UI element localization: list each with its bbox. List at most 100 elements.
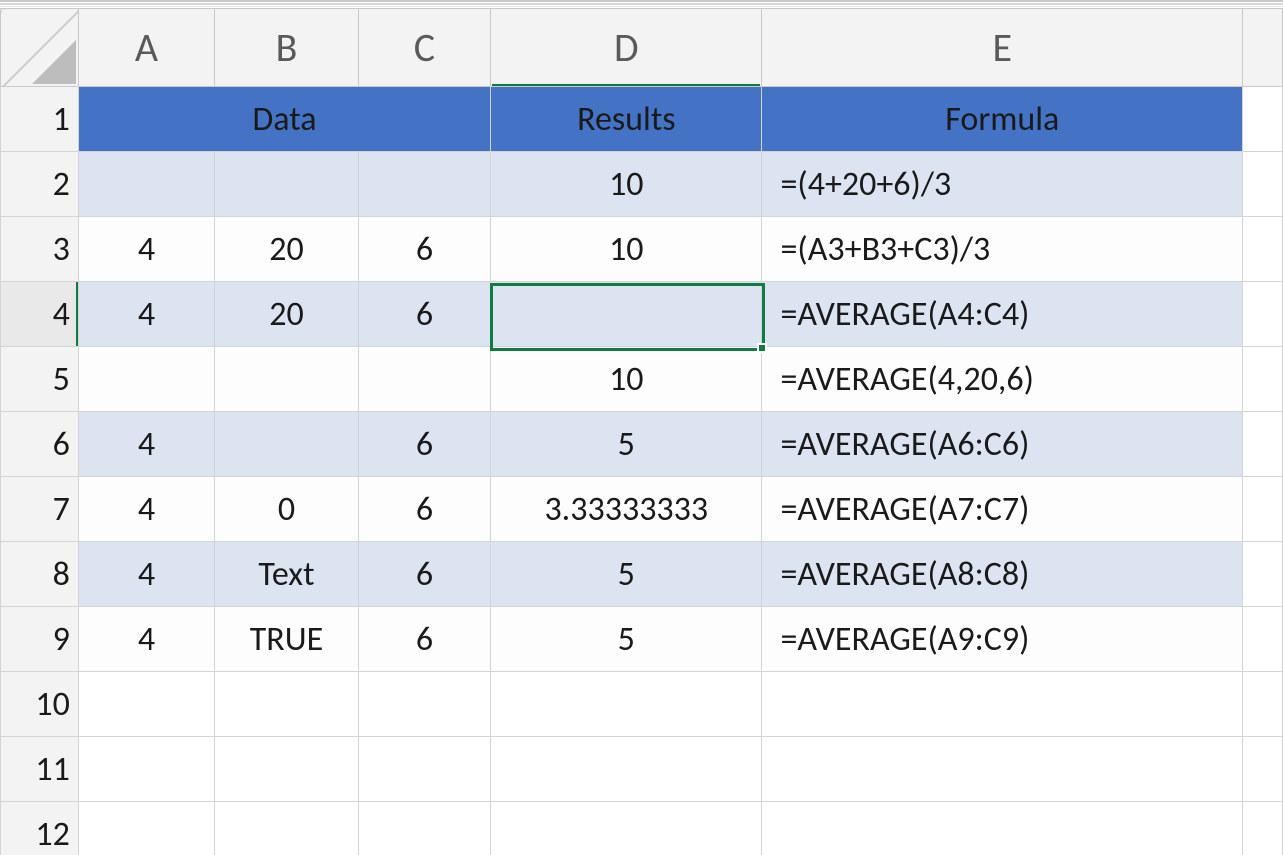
cell-A12[interactable] — [78, 802, 214, 855]
cell-blank[interactable] — [1243, 672, 1283, 737]
cell-B8[interactable]: Text — [215, 542, 359, 607]
cell-blank[interactable] — [1243, 87, 1283, 152]
cell-D5[interactable]: 10 — [491, 347, 762, 412]
row-header-2[interactable]: 2 — [1, 152, 79, 217]
cell-blank[interactable] — [1243, 607, 1283, 672]
row-3: 3 4 20 6 10 =(A3+B3+C3)/3 — [1, 217, 1283, 282]
cell-blank[interactable] — [1243, 542, 1283, 607]
cell-D6[interactable]: 5 — [491, 412, 762, 477]
cell-B4[interactable]: 20 — [215, 282, 359, 347]
cell-D12[interactable] — [491, 802, 762, 855]
cell-D9[interactable]: 5 — [491, 607, 762, 672]
row-header-10[interactable]: 10 — [1, 672, 79, 737]
cell-A11[interactable] — [78, 737, 214, 802]
row-header-6[interactable]: 6 — [1, 412, 79, 477]
cell-blank[interactable] — [1243, 412, 1283, 477]
cell-C10[interactable] — [358, 672, 490, 737]
table-header-results[interactable]: Results — [491, 87, 762, 152]
cell-D2[interactable]: 10 — [491, 152, 762, 217]
column-header-A[interactable]: A — [78, 9, 214, 87]
column-header-B[interactable]: B — [215, 9, 359, 87]
cell-A9[interactable]: 4 — [78, 607, 214, 672]
cell-C3[interactable]: 6 — [358, 217, 490, 282]
cell-B6[interactable] — [215, 412, 359, 477]
cell-B3[interactable]: 20 — [215, 217, 359, 282]
cell-A2[interactable] — [78, 152, 214, 217]
cell-E2[interactable]: =(4+20+6)/3 — [762, 152, 1243, 217]
cell-A4[interactable]: 4 — [78, 282, 214, 347]
cell-E7[interactable]: =AVERAGE(A7:C7) — [762, 477, 1243, 542]
cell-C4[interactable]: 6 — [358, 282, 490, 347]
cell-C11[interactable] — [358, 737, 490, 802]
row-header-4[interactable]: 4 — [1, 282, 79, 347]
cell-C6[interactable]: 6 — [358, 412, 490, 477]
row-header-1[interactable]: 1 — [1, 87, 79, 152]
cell-C9[interactable]: 6 — [358, 607, 490, 672]
cell-B2[interactable] — [215, 152, 359, 217]
cell-blank[interactable] — [1243, 282, 1283, 347]
cell-B5[interactable] — [215, 347, 359, 412]
row-header-3[interactable]: 3 — [1, 217, 79, 282]
cell-B9[interactable]: TRUE — [215, 607, 359, 672]
cell-blank[interactable] — [1243, 347, 1283, 412]
table-header-data[interactable]: Data — [78, 87, 490, 152]
cell-E6[interactable]: =AVERAGE(A6:C6) — [762, 412, 1243, 477]
select-all-corner[interactable] — [1, 9, 79, 87]
row-5: 5 10 =AVERAGE(4,20,6) — [1, 347, 1283, 412]
cell-D11[interactable] — [491, 737, 762, 802]
window-chrome-bar — [0, 6, 1283, 7]
cell-B12[interactable] — [215, 802, 359, 855]
column-header-blank[interactable] — [1243, 9, 1283, 87]
row-4: 4 4 20 6 =AVERAGE(A4:C4) — [1, 282, 1283, 347]
cell-blank[interactable] — [1243, 737, 1283, 802]
cell-A5[interactable] — [78, 347, 214, 412]
cell-B11[interactable] — [215, 737, 359, 802]
spreadsheet-grid[interactable]: A B C D E 1 Data Results Formula 2 10 =(… — [0, 8, 1283, 855]
cell-D4[interactable] — [491, 282, 762, 347]
cell-E12[interactable] — [762, 802, 1243, 855]
cell-C8[interactable]: 6 — [358, 542, 490, 607]
cell-C5[interactable] — [358, 347, 490, 412]
cell-E10[interactable] — [762, 672, 1243, 737]
row-12: 12 — [1, 802, 1283, 855]
column-header-C[interactable]: C — [358, 9, 490, 87]
cell-blank[interactable] — [1243, 477, 1283, 542]
cell-C7[interactable]: 6 — [358, 477, 490, 542]
cell-blank[interactable] — [1243, 152, 1283, 217]
row-header-7[interactable]: 7 — [1, 477, 79, 542]
window-chrome-bar — [0, 0, 1283, 2]
cell-E4[interactable]: =AVERAGE(A4:C4) — [762, 282, 1243, 347]
cell-C2[interactable] — [358, 152, 490, 217]
cell-E11[interactable] — [762, 737, 1243, 802]
cell-A10[interactable] — [78, 672, 214, 737]
cell-blank[interactable] — [1243, 217, 1283, 282]
row-9: 9 4 TRUE 6 5 =AVERAGE(A9:C9) — [1, 607, 1283, 672]
cell-E8[interactable]: =AVERAGE(A8:C8) — [762, 542, 1243, 607]
row-8: 8 4 Text 6 5 =AVERAGE(A8:C8) — [1, 542, 1283, 607]
row-header-11[interactable]: 11 — [1, 737, 79, 802]
row-header-12[interactable]: 12 — [1, 802, 79, 855]
cell-B10[interactable] — [215, 672, 359, 737]
column-header-D[interactable]: D — [491, 9, 762, 87]
cell-A6[interactable]: 4 — [78, 412, 214, 477]
column-header-E[interactable]: E — [762, 9, 1243, 87]
cell-D8[interactable]: 5 — [491, 542, 762, 607]
cell-C12[interactable] — [358, 802, 490, 855]
cell-A7[interactable]: 4 — [78, 477, 214, 542]
cell-D3[interactable]: 10 — [491, 217, 762, 282]
cell-A8[interactable]: 4 — [78, 542, 214, 607]
cell-A3[interactable]: 4 — [78, 217, 214, 282]
cell-D10[interactable] — [491, 672, 762, 737]
cell-blank[interactable] — [1243, 802, 1283, 855]
cell-B7[interactable]: 0 — [215, 477, 359, 542]
table-header-formula[interactable]: Formula — [762, 87, 1243, 152]
cell-E3[interactable]: =(A3+B3+C3)/3 — [762, 217, 1243, 282]
row-7: 7 4 0 6 3.33333333 =AVERAGE(A7:C7) — [1, 477, 1283, 542]
row-header-5[interactable]: 5 — [1, 347, 79, 412]
cell-E5[interactable]: =AVERAGE(4,20,6) — [762, 347, 1243, 412]
cell-D7[interactable]: 3.33333333 — [491, 477, 762, 542]
row-header-8[interactable]: 8 — [1, 542, 79, 607]
cell-E9[interactable]: =AVERAGE(A9:C9) — [762, 607, 1243, 672]
row-header-9[interactable]: 9 — [1, 607, 79, 672]
spreadsheet-viewport: A B C D E 1 Data Results Formula 2 10 =(… — [0, 0, 1283, 855]
